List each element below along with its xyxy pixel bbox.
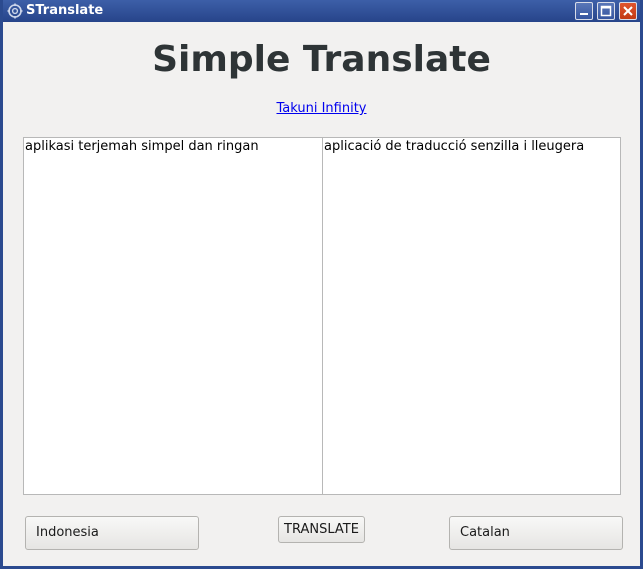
author-link[interactable]: Takuni Infinity: [276, 101, 366, 116]
close-icon: [623, 6, 633, 16]
minimize-icon: [580, 13, 588, 15]
title-bar[interactable]: STranslate: [3, 0, 640, 22]
page-title: Simple Translate: [152, 39, 491, 80]
maximize-button[interactable]: [597, 2, 615, 20]
gear-icon: [7, 3, 23, 19]
minimize-button[interactable]: [575, 2, 593, 20]
main-panel: Simple Translate Takuni Infinity aplikas…: [3, 22, 640, 566]
maximize-icon: [600, 5, 612, 17]
app-window: STranslate Simple Translate Takuni Infin…: [0, 0, 643, 569]
translate-button[interactable]: TRANSLATE: [278, 516, 365, 543]
source-text-area[interactable]: aplikasi terjemah simpel dan ringan: [23, 137, 323, 495]
source-language-button[interactable]: Indonesia: [25, 516, 199, 550]
author-link-row: Takuni Infinity: [3, 100, 640, 118]
close-button[interactable]: [619, 2, 637, 20]
target-text-area[interactable]: aplicació de traducció senzilla i lleuge…: [322, 137, 621, 495]
window-title: STranslate: [26, 3, 104, 18]
target-language-button[interactable]: Catalan: [449, 516, 623, 550]
